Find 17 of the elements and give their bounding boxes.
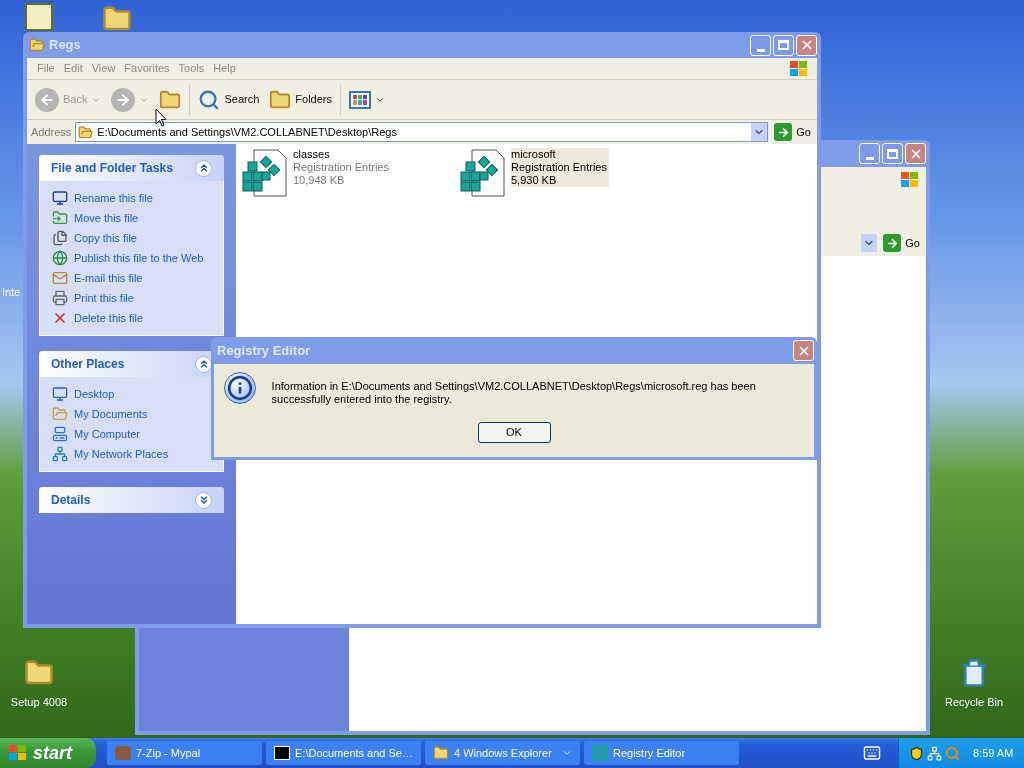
address-text: E:\Documents and Settings\VM2.COLLABNET\Desktop\Regs xyxy=(97,124,398,140)
desktop-icon-label: Setup 4008 xyxy=(10,695,68,710)
panel-title: File and Folder Tasks xyxy=(51,160,173,177)
panel-title: Details xyxy=(51,492,91,509)
dialog-message: Information in E:\Documents and Settings\VM2.COLLABNET\Desktop\Regs\microsoft.reg has been successfully entered into the registry. xyxy=(271,379,757,406)
file-type: Registration Entries xyxy=(511,161,607,174)
desktop-icon-label: Recycle Bin xyxy=(944,695,1004,710)
panel-title: Other Places xyxy=(51,356,125,373)
file-size: 10,948 KB xyxy=(293,174,346,187)
window-title: Regs xyxy=(49,36,81,55)
file-name: microsoft xyxy=(511,148,557,161)
file-size: 5,930 KB xyxy=(511,174,558,187)
file-name: classes xyxy=(293,148,331,161)
desktop-icon-label: Inte xyxy=(2,285,21,300)
address-label: Address xyxy=(31,124,72,140)
file-type: Registration Entries xyxy=(293,161,389,174)
clock: 8:59 AM xyxy=(973,745,1014,761)
